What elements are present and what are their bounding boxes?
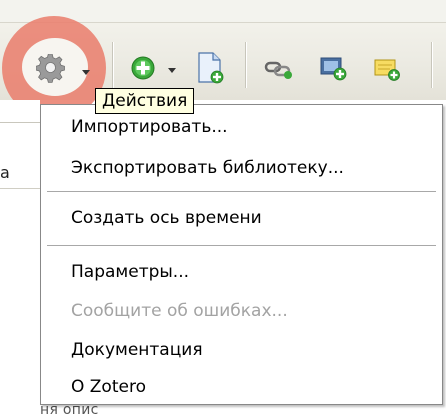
left-panel — [0, 100, 40, 418]
note-button[interactable] — [368, 50, 408, 86]
menu-separator — [47, 245, 436, 246]
actions-menu: Импортировать... Экспортировать библиоте… — [40, 104, 443, 405]
new-document-icon — [196, 52, 224, 88]
left-panel-text: а — [0, 163, 10, 182]
toolbar-separator — [431, 42, 432, 88]
menu-item-report-errors[interactable]: Сообщите об ошибках... — [71, 297, 288, 325]
toolbar-separator — [245, 42, 246, 88]
snapshot-button[interactable] — [312, 48, 352, 86]
menu-separator — [47, 191, 436, 192]
actions-tooltip: Действия — [95, 88, 195, 114]
menu-item-import[interactable]: Импортировать... — [71, 113, 228, 141]
toolbar — [0, 0, 446, 120]
new-document-button[interactable] — [190, 48, 230, 88]
link-button[interactable] — [258, 50, 298, 86]
gear-icon — [35, 53, 66, 88]
snapshot-icon — [318, 54, 348, 86]
add-circle-icon — [130, 55, 156, 85]
actions-button[interactable] — [30, 50, 96, 88]
chevron-down-icon — [82, 70, 90, 75]
note-icon — [372, 56, 402, 86]
menu-item-about-zotero[interactable]: О Zotero — [71, 373, 146, 401]
toolbar-separator — [112, 42, 113, 88]
menu-item-create-timeline[interactable]: Создать ось времени — [71, 204, 262, 232]
menu-item-export-library[interactable]: Экспортировать библиотеку... — [71, 154, 344, 182]
chevron-down-icon — [168, 68, 176, 73]
link-icon — [264, 58, 294, 84]
menu-item-documentation[interactable]: Документация — [71, 336, 203, 364]
left-panel-divider — [0, 122, 40, 123]
menu-item-preferences[interactable]: Параметры... — [71, 258, 189, 286]
new-item-button[interactable] — [124, 50, 184, 86]
left-panel-row-line — [0, 188, 40, 189]
